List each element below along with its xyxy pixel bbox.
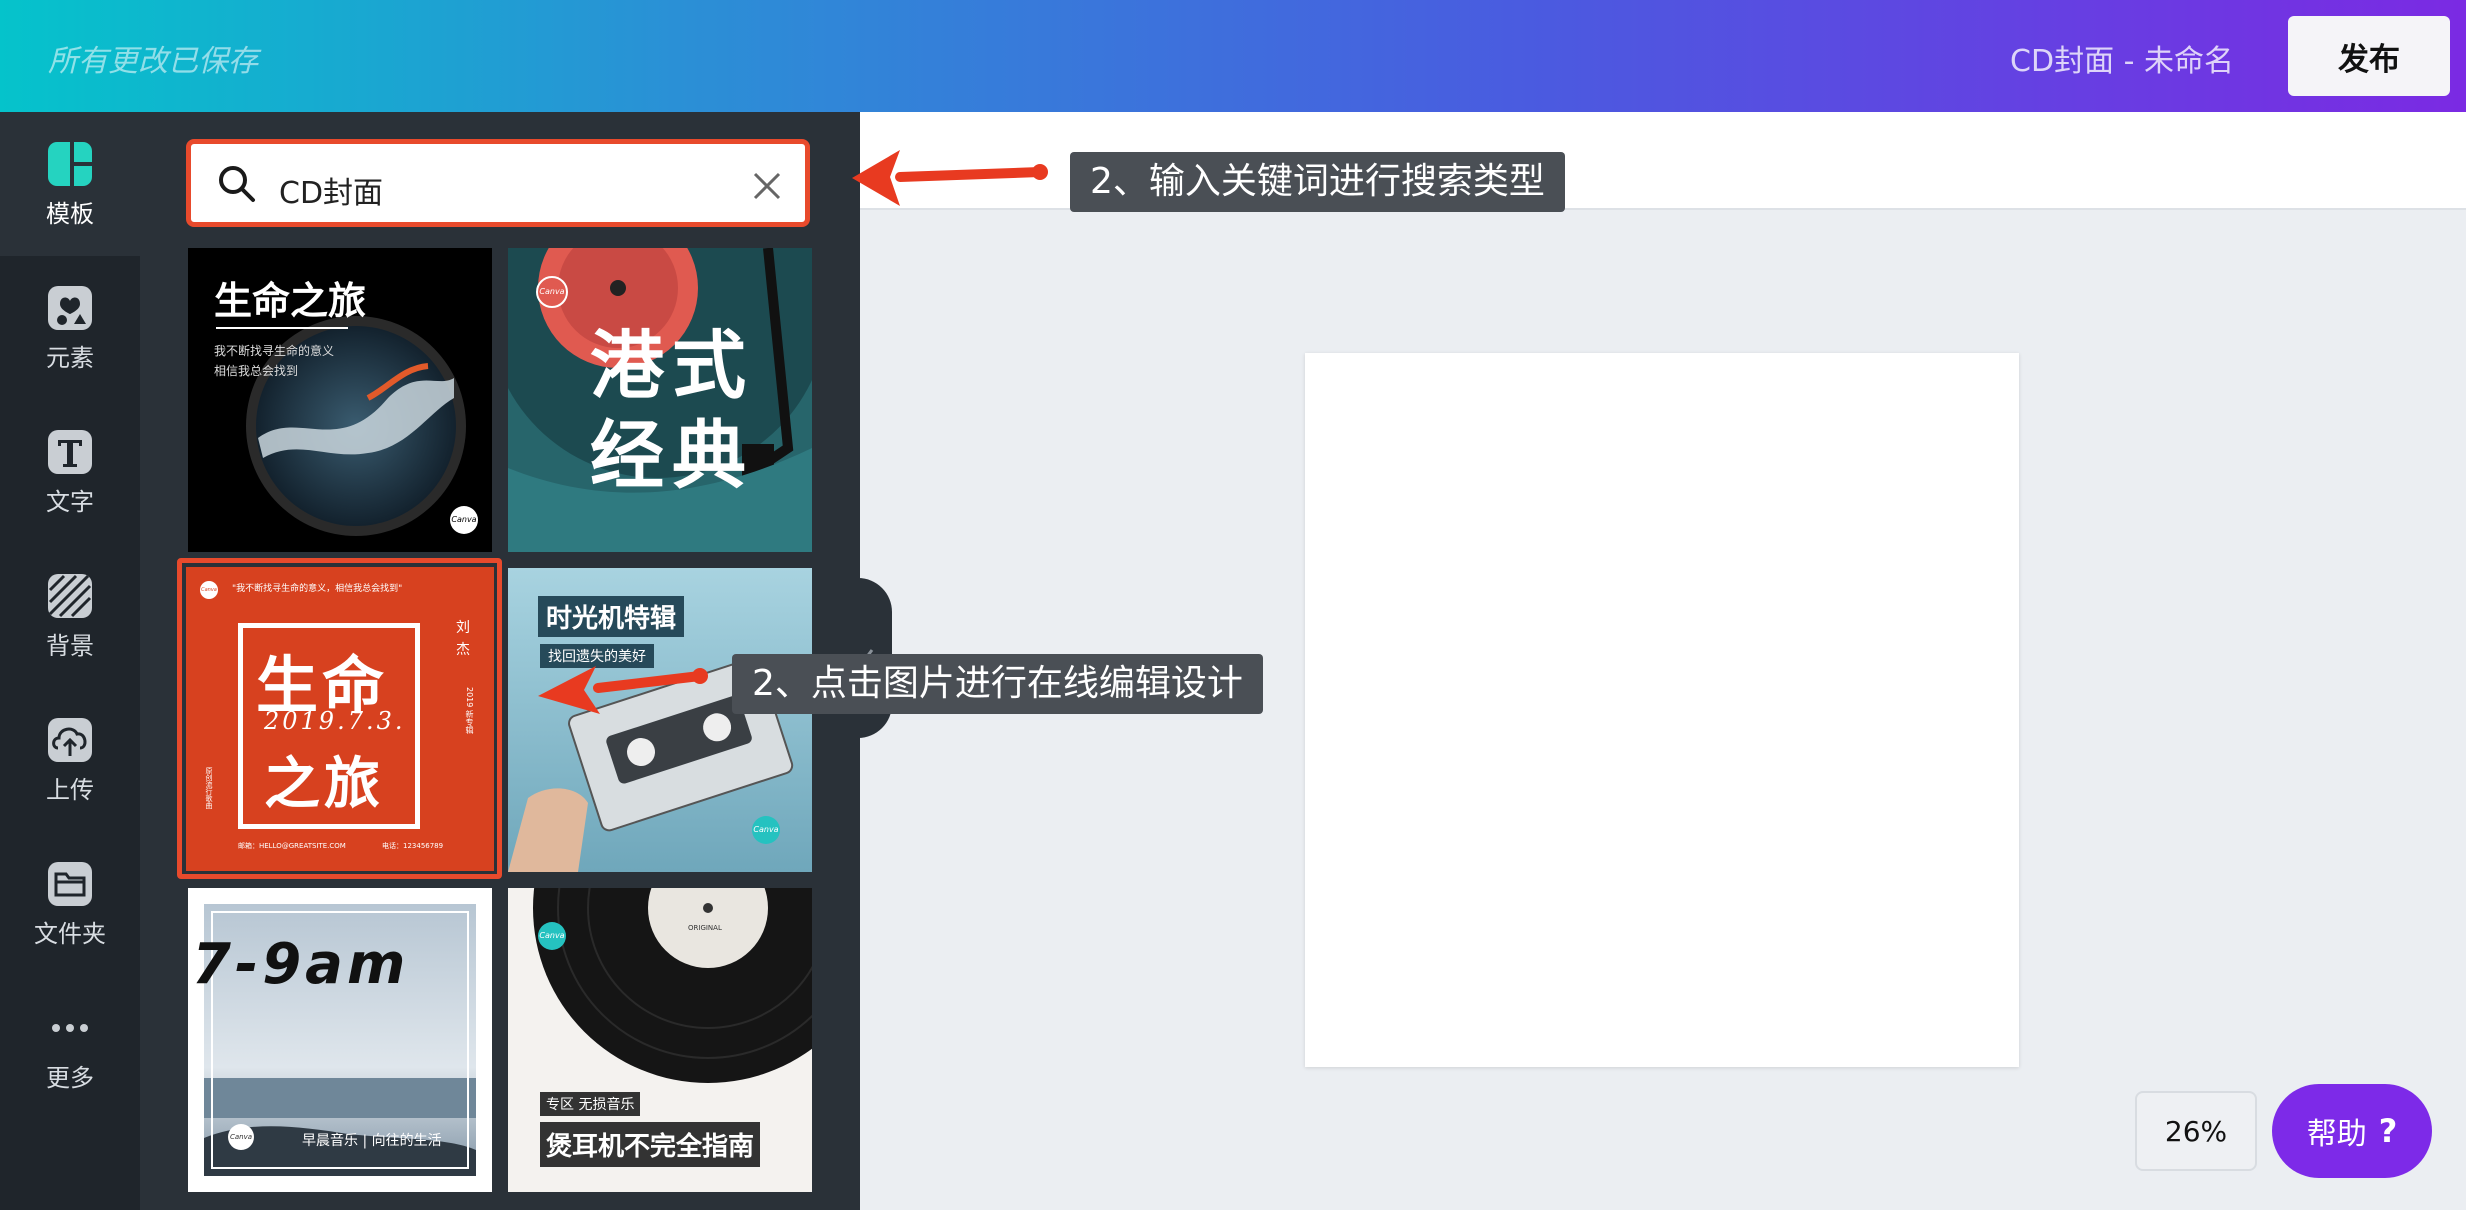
annotation-click-tip: 2、点击图片进行在线编辑设计 [732, 654, 1263, 714]
annotation-search-tip: 2、输入关键词进行搜索类型 [1070, 152, 1565, 212]
